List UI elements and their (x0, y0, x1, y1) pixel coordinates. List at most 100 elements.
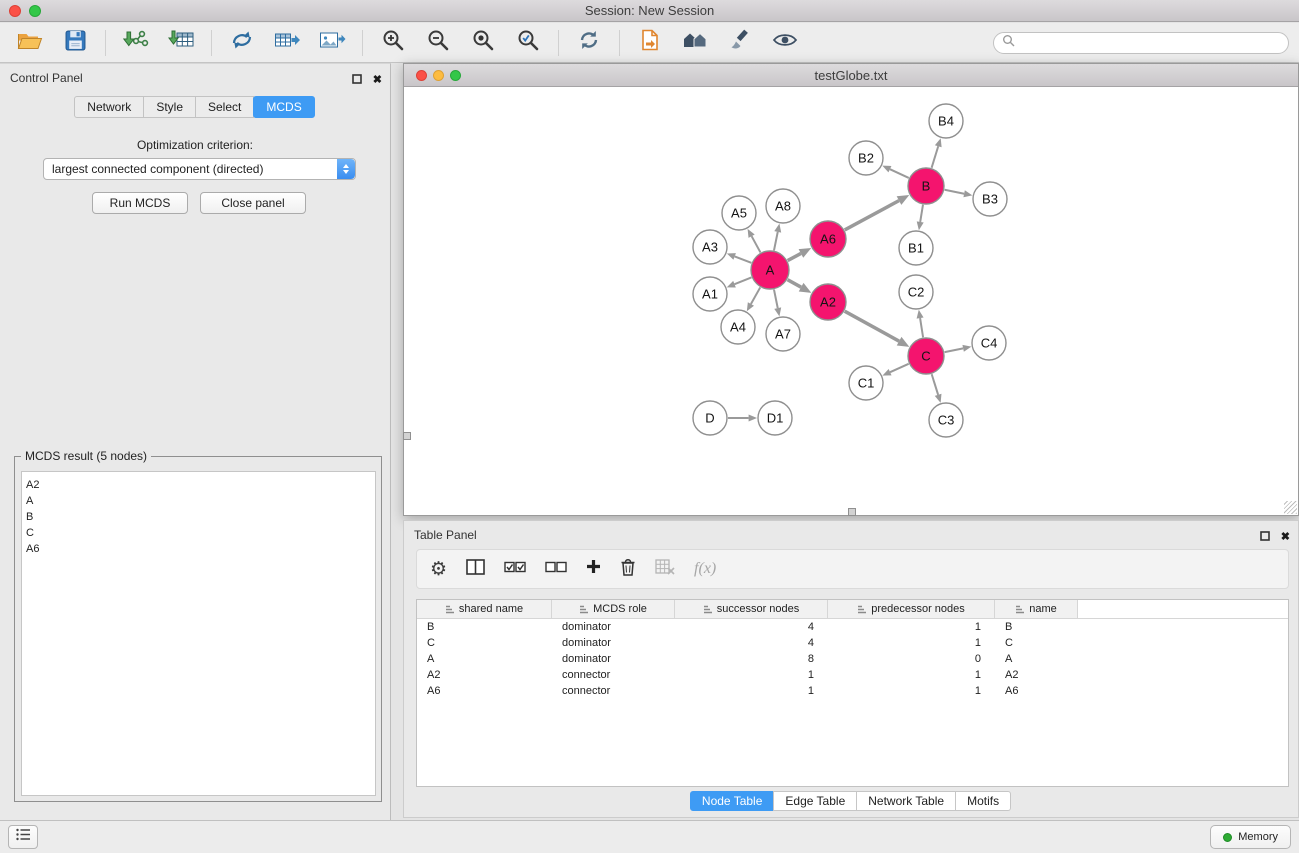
minimize-network-window-button[interactable] (433, 70, 444, 81)
graph-node-A3[interactable]: A3 (693, 230, 727, 264)
column-header-name[interactable]: name (995, 600, 1078, 618)
select-all-icon[interactable] (504, 560, 526, 578)
tab-network[interactable]: Network (74, 96, 144, 118)
graph-node-C4[interactable]: C4 (972, 326, 1006, 360)
edge-A-A3[interactable] (727, 253, 752, 263)
graph-node-A8[interactable]: A8 (766, 189, 800, 223)
column-header-predecessor-nodes[interactable]: predecessor nodes (828, 600, 995, 618)
float-panel-icon[interactable] (352, 71, 362, 89)
zoom-selected-button[interactable] (508, 27, 548, 59)
close-table-panel-icon[interactable]: ✖ (1281, 532, 1290, 542)
graph-node-C[interactable]: C (908, 338, 944, 374)
show-panels-button[interactable] (8, 825, 38, 849)
resize-grip[interactable] (1284, 501, 1297, 514)
table-tab-edge-table[interactable]: Edge Table (773, 791, 857, 811)
close-network-window-button[interactable] (416, 70, 427, 81)
search-box[interactable] (993, 32, 1289, 54)
graph-node-C1[interactable]: C1 (849, 366, 883, 400)
show-hide-button[interactable] (765, 27, 805, 59)
column-header-successor-nodes[interactable]: successor nodes (675, 600, 828, 618)
table-tab-network-table[interactable]: Network Table (856, 791, 956, 811)
graph-node-B1[interactable]: B1 (899, 231, 933, 265)
edge-A-A6[interactable] (788, 248, 812, 261)
graph-node-B4[interactable]: B4 (929, 104, 963, 138)
new-network-button[interactable] (222, 27, 262, 59)
mcds-result-item[interactable]: A2 (26, 477, 371, 493)
table-row[interactable]: Bdominator41B (417, 619, 1288, 635)
zoom-window-button[interactable] (29, 5, 41, 17)
network-window-titlebar[interactable]: testGlobe.txt (404, 64, 1298, 87)
edge-C-C2[interactable] (917, 310, 924, 337)
table-tab-node-table[interactable]: Node Table (690, 791, 775, 811)
edge-D-D1[interactable] (728, 414, 757, 421)
save-session-button[interactable] (55, 27, 95, 59)
graph-node-C3[interactable]: C3 (929, 403, 963, 437)
gear-icon[interactable]: ⚙ (430, 560, 447, 579)
zoom-network-window-button[interactable] (450, 70, 461, 81)
edge-C-C3[interactable] (932, 374, 942, 403)
graph-node-D[interactable]: D (693, 401, 727, 435)
edge-A6-B[interactable] (845, 195, 910, 230)
graph-node-A[interactable]: A (751, 251, 789, 289)
mcds-result-item[interactable]: B (26, 509, 371, 525)
tab-select[interactable]: Select (195, 96, 254, 118)
close-window-button[interactable] (9, 5, 21, 17)
import-table-button[interactable] (161, 27, 201, 59)
delete-table-icon[interactable] (655, 559, 675, 580)
search-input[interactable] (1020, 36, 1280, 50)
first-neighbors-button[interactable] (630, 27, 670, 59)
table-row[interactable]: A6connector11A6 (417, 683, 1288, 699)
add-column-icon[interactable] (586, 559, 601, 579)
edge-B-B2[interactable] (882, 166, 908, 178)
tab-style[interactable]: Style (143, 96, 196, 118)
tab-mcds[interactable]: MCDS (253, 96, 314, 118)
table-row[interactable]: Adominator80A (417, 651, 1288, 667)
close-panel-icon[interactable]: ✖ (373, 75, 382, 85)
graph-node-C2[interactable]: C2 (899, 275, 933, 309)
edge-A-A8[interactable] (774, 224, 781, 251)
optimization-dropdown[interactable]: largest connected component (directed) (43, 158, 356, 180)
export-table-button[interactable] (267, 27, 307, 59)
column-header-shared-name[interactable]: shared name (417, 600, 552, 618)
graph-node-A5[interactable]: A5 (722, 196, 756, 230)
graph-node-D1[interactable]: D1 (758, 401, 792, 435)
function-builder-icon[interactable]: f(x) (694, 560, 716, 578)
network-canvas[interactable]: AA6A2BCA5A8A3A1A4A7B2B4B3B1C2C4C1C3DD1 (404, 88, 1298, 515)
zoom-fit-button[interactable] (463, 27, 503, 59)
edge-A-A4[interactable] (747, 287, 760, 311)
edge-B-B3[interactable] (945, 190, 973, 197)
edge-C-C4[interactable] (945, 345, 972, 352)
mcds-result-item[interactable]: C (26, 525, 371, 541)
graph-node-A7[interactable]: A7 (766, 317, 800, 351)
export-image-button[interactable] (312, 27, 352, 59)
import-network-button[interactable] (116, 27, 156, 59)
edge-B-B4[interactable] (932, 138, 942, 168)
edge-C-C1[interactable] (882, 364, 908, 376)
graph-node-B2[interactable]: B2 (849, 141, 883, 175)
memory-button[interactable]: Memory (1210, 825, 1291, 849)
graph-node-A1[interactable]: A1 (693, 277, 727, 311)
column-header-MCDS-role[interactable]: MCDS role (552, 600, 675, 618)
table-tab-motifs[interactable]: Motifs (955, 791, 1011, 811)
refresh-view-button[interactable] (569, 27, 609, 59)
edge-B-B1[interactable] (917, 205, 924, 230)
mcds-result-list[interactable]: A2ABCA6 (21, 471, 376, 796)
edge-A2-C[interactable] (845, 311, 910, 347)
graph-node-A2[interactable]: A2 (810, 284, 846, 320)
graph-node-A4[interactable]: A4 (721, 310, 755, 344)
delete-column-icon[interactable] (620, 558, 636, 581)
mcds-result-item[interactable]: A (26, 493, 371, 509)
table-row[interactable]: Cdominator41C (417, 635, 1288, 651)
zoom-out-button[interactable] (418, 27, 458, 59)
table-row[interactable]: A2connector11A2 (417, 667, 1288, 683)
column-selector-icon[interactable] (466, 559, 485, 580)
network-graph[interactable]: AA6A2BCA5A8A3A1A4A7B2B4B3B1C2C4C1C3DD1 (404, 88, 1298, 515)
deselect-all-icon[interactable] (545, 560, 567, 578)
float-table-panel-icon[interactable] (1260, 528, 1270, 546)
home-views-button[interactable] (675, 27, 715, 59)
titlebar[interactable]: Session: New Session (0, 0, 1299, 22)
edge-A-A1[interactable] (727, 277, 752, 287)
edge-A-A7[interactable] (774, 290, 781, 317)
resize-handle-left[interactable] (403, 432, 411, 440)
graph-node-B3[interactable]: B3 (973, 182, 1007, 216)
